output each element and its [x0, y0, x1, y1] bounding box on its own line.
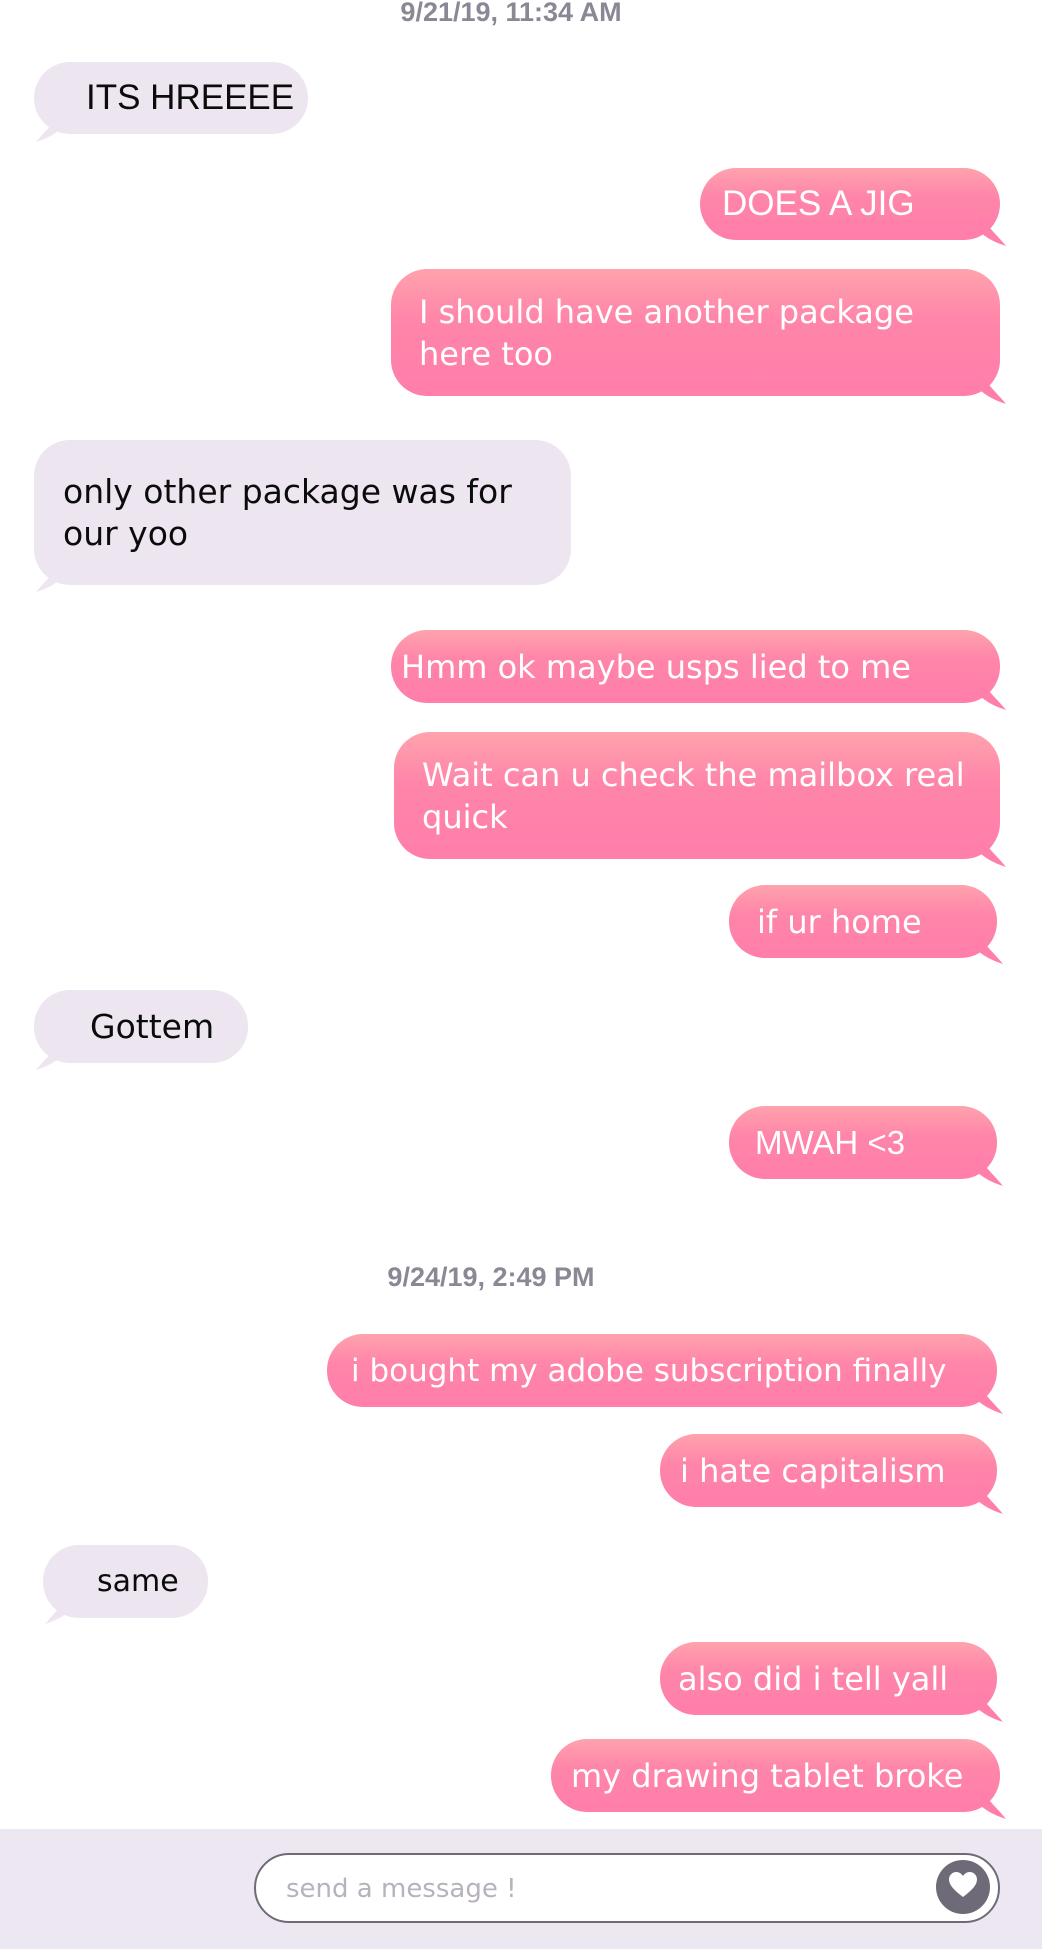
sent-message: i hate capitalism [660, 1434, 997, 1507]
sent-message: also did i tell yall [660, 1642, 997, 1715]
sent-message: Hmm ok maybe usps lied to me [391, 630, 1000, 703]
timestamp: 9/24/19, 2:49 PM [387, 1262, 595, 1292]
bubble-tail [978, 678, 1008, 712]
bubble-tail [978, 372, 1008, 406]
sent-message: my drawing tablet broke [551, 1739, 1000, 1812]
composer-bar [0, 1829, 1042, 1949]
bubble-tail [975, 932, 1005, 966]
bubble-tail [975, 1482, 1005, 1516]
received-message: ITS HREEEE [34, 62, 308, 134]
bubble-tail [34, 110, 64, 144]
timestamp: 9/21/19, 11:34 AM [400, 0, 622, 27]
bubble-tail [975, 1690, 1005, 1724]
message-input[interactable] [284, 1865, 908, 1913]
bubble-tail [975, 1382, 1005, 1416]
send-heart-button[interactable] [936, 1860, 990, 1914]
sent-message: DOES A JIG [700, 168, 1000, 240]
sent-message: MWAH <3 [729, 1106, 997, 1179]
sent-message: i bought my adobe subscription finally [327, 1334, 997, 1407]
sent-message: Wait can u check the mailbox real quick [394, 732, 1000, 859]
bubble-tail [34, 560, 64, 594]
sent-message: I should have another package here too [391, 269, 1000, 396]
received-message: only other package was for our yoo [34, 440, 571, 585]
received-message: Gottem [34, 990, 248, 1063]
bubble-tail [978, 1787, 1008, 1821]
bubble-tail [43, 1592, 73, 1626]
heart-icon [948, 1871, 978, 1903]
sent-message: if ur home [729, 885, 997, 958]
bubble-tail [34, 1038, 64, 1072]
bubble-tail [978, 835, 1008, 869]
message-input-wrapper[interactable] [254, 1853, 1000, 1923]
bubble-tail [978, 214, 1008, 248]
bubble-tail [975, 1154, 1005, 1188]
